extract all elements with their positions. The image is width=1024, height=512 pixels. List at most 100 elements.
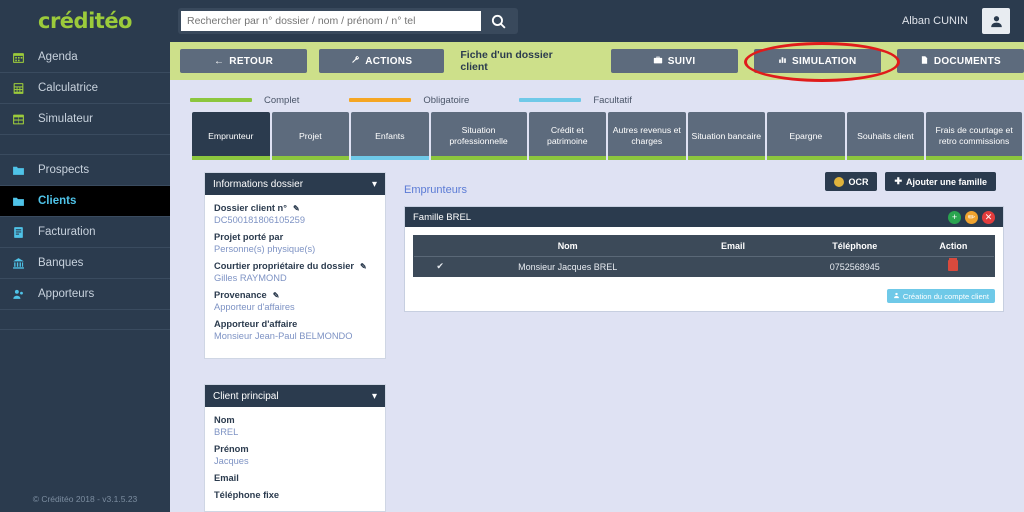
delete-icon[interactable] <box>948 258 959 271</box>
bank-icon <box>12 257 38 270</box>
field-value: BREL <box>214 427 239 437</box>
search-input[interactable] <box>181 11 481 31</box>
arrow-left-icon: ← <box>213 55 225 67</box>
back-button[interactable]: ← RETOUR <box>180 49 308 73</box>
field-provenance: Provenance ✎ Apporteur d'affaires <box>214 290 376 312</box>
field-email: Email <box>214 473 376 483</box>
sidebar-item-agenda[interactable]: Agenda <box>0 42 170 73</box>
row-telephone: 0752568945 <box>829 261 880 272</box>
sidebar-footer: © Créditéo 2018 - v3.1.5.23 <box>32 494 138 504</box>
tab-epargne[interactable]: Epargne <box>767 112 845 160</box>
tab-bar: Emprunteur Projet Enfants Situation prof… <box>192 112 1023 160</box>
search-button[interactable] <box>481 11 515 31</box>
field-nom: Nom BREL <box>214 415 376 437</box>
panel-header[interactable]: Client principal ▾ <box>205 385 385 407</box>
family-name: Famille BREL <box>413 211 472 223</box>
app-root: créditéo Alban CUNIN <box>0 0 1024 512</box>
tab-souhaits-client[interactable]: Souhaits client <box>846 112 925 160</box>
tab-status-underline <box>271 156 350 160</box>
ocr-button[interactable]: OCR <box>825 172 878 191</box>
plus-icon: ✚ <box>894 176 902 186</box>
main-toolbar: OCR ✚ Ajouter une famille <box>825 172 996 191</box>
user-add-icon <box>893 292 900 301</box>
tab-credit-et-patrimoine[interactable]: Crédit et patrimoine <box>528 112 607 160</box>
sidebar-item-prospects[interactable]: Prospects <box>0 155 170 186</box>
action-bar: ← RETOUR ACTIONS Fiche d'un dossier clie… <box>170 42 1024 80</box>
edit-pencil-icon[interactable]: ✎ <box>293 204 300 213</box>
family-delete-button[interactable]: ✕ <box>982 210 995 224</box>
table-row[interactable]: ✔ Monsieur Jacques BREL 0752568945 <box>414 256 994 276</box>
create-client-account-button[interactable]: Création du compte client <box>886 289 995 303</box>
tab-label: Souhaits client <box>857 130 914 141</box>
sidebar-item-simulateur[interactable]: Simulateur <box>0 104 170 135</box>
brand-logo[interactable]: créditéo <box>0 9 170 33</box>
panel-header[interactable]: Informations dossier ▾ <box>205 173 385 195</box>
field-value: DC500181806105259 <box>214 215 305 225</box>
sidebar-item-clients[interactable]: Clients <box>0 186 170 217</box>
sidebar-item-banques[interactable]: Banques <box>0 248 170 279</box>
tab-enfants[interactable]: Enfants <box>351 112 429 160</box>
sidebar-item-calculatrice[interactable]: Calculatrice <box>0 73 170 104</box>
sidebar-divider <box>0 135 170 155</box>
edit-pencil-icon[interactable]: ✎ <box>273 291 280 300</box>
tab-label: Crédit et patrimoine <box>546 125 588 146</box>
legend-swatch <box>519 98 582 102</box>
sidebar-divider-bottom <box>0 310 170 330</box>
sidebar-item-apporteurs[interactable]: Apporteurs <box>0 279 170 310</box>
family-edit-button[interactable]: ✏ <box>965 210 978 224</box>
tab-status-underline <box>687 156 766 160</box>
field-label: Téléphone fixe <box>214 490 280 500</box>
legend-swatch <box>349 98 412 102</box>
family-actions: + ✏ ✕ <box>948 210 995 224</box>
actions-button[interactable]: ACTIONS <box>319 49 445 73</box>
tab-status-underline <box>351 156 429 160</box>
field-label: Courtier propriétaire du dossier <box>214 261 354 271</box>
legend-swatch <box>190 98 252 102</box>
family-add-button[interactable]: + <box>948 210 961 224</box>
panel-informations-dossier: Informations dossier ▾ Dossier client n°… <box>204 172 386 359</box>
family-footer: Création du compte client <box>405 285 1003 311</box>
field-value: Gilles RAYMOND <box>214 273 287 283</box>
table-header-row: Nom Email Téléphone Action <box>414 236 994 256</box>
row-action <box>913 258 994 273</box>
avatar[interactable] <box>982 8 1010 34</box>
edit-pencil-icon[interactable]: ✎ <box>360 262 367 271</box>
tab-situation-professionnelle[interactable]: Situation professionnelle <box>430 112 527 160</box>
tab-projet[interactable]: Projet <box>271 112 350 160</box>
chevron-down-icon[interactable]: ▾ <box>372 179 377 190</box>
panel-client-principal: Client principal ▾ Nom BREL Prénom Jacqu… <box>204 384 386 512</box>
field-label: Apporteur d'affaire <box>214 319 298 329</box>
calculator-icon <box>12 82 38 95</box>
field-value: Jacques <box>214 456 249 466</box>
sidebar-item-facturation[interactable]: Facturation <box>0 217 170 248</box>
tab-label: Projet <box>298 130 322 141</box>
tab-label: Enfants <box>375 130 405 141</box>
suivi-button[interactable]: SUIVI <box>610 49 738 73</box>
folder-icon <box>12 164 38 177</box>
sidebar: Agenda Calculatrice Simulateur Prospects… <box>0 42 170 512</box>
field-value: Monsieur Jean-Paul BELMONDO <box>214 331 353 341</box>
documents-button[interactable]: DOCUMENTS <box>896 49 1024 73</box>
simulation-button[interactable]: SIMULATION <box>753 49 881 73</box>
tab-emprunteur[interactable]: Emprunteur <box>192 112 270 160</box>
tab-autres-revenus-et-charges[interactable]: Autres revenus et charges <box>608 112 686 160</box>
chevron-down-icon[interactable]: ▾ <box>372 391 377 402</box>
tab-situation-bancaire[interactable]: Situation bancaire <box>687 112 766 160</box>
legend-item-obligatoire: Obligatoire <box>349 95 469 106</box>
family-card: Famille BREL + ✏ ✕ Nom Email Téléphone A… <box>404 206 1004 312</box>
sidebar-label: Banques <box>38 257 84 269</box>
wrench-icon <box>351 55 360 67</box>
calendar-icon <box>12 51 38 64</box>
field-label: Prénom <box>214 444 249 454</box>
tab-status-underline <box>528 156 607 160</box>
sidebar-label: Calculatrice <box>38 82 99 94</box>
tab-frais-de-courtage[interactable]: Frais de courtage et retro commissions <box>926 112 1023 160</box>
simulation-label: SIMULATION <box>792 55 857 67</box>
ocr-label: OCR <box>848 176 869 187</box>
page-title: Fiche d'un dossier client <box>460 49 553 73</box>
add-family-button[interactable]: ✚ Ajouter une famille <box>885 172 996 191</box>
field-projet-porte-par: Projet porté par Personne(s) physique(s) <box>214 232 376 254</box>
panel-body: Nom BREL Prénom Jacques Email Téléphone … <box>205 407 385 511</box>
sidebar-label: Prospects <box>38 164 90 176</box>
legend-label: Facultatif <box>593 94 632 106</box>
